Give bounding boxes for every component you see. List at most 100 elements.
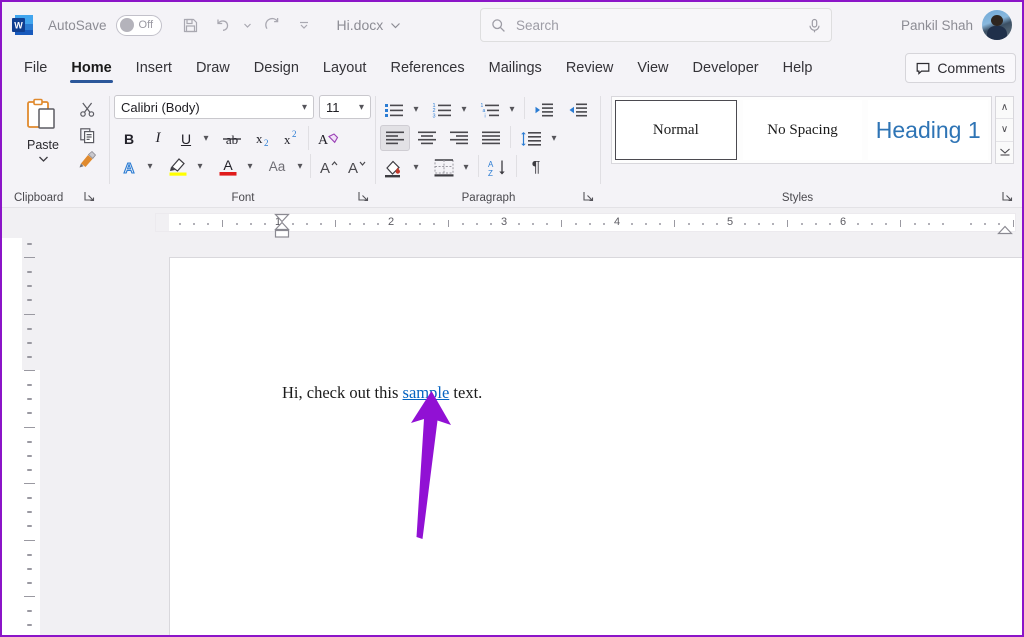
multilevel-list-button[interactable]: 1 a i <box>476 96 504 123</box>
document-canvas[interactable]: Hi, check out this sample text. <box>40 238 1022 635</box>
document-page[interactable]: Hi, check out this sample text. <box>169 257 1022 635</box>
style-no-spacing[interactable]: No Spacing <box>742 100 863 160</box>
style-normal[interactable]: Normal <box>615 100 737 160</box>
vruler-tick-major <box>24 596 35 597</box>
bullets-chevron-down-icon: ▾ <box>413 104 419 115</box>
align-left-button[interactable] <box>380 125 410 151</box>
search-box[interactable]: Search <box>480 8 832 42</box>
borders-dropdown[interactable]: ▾ <box>458 154 474 181</box>
ruler-tick-minor <box>588 222 591 225</box>
align-center-button[interactable] <box>412 125 442 151</box>
clipboard-dialog-launcher[interactable] <box>84 191 96 203</box>
undo-icon[interactable] <box>208 10 238 40</box>
styles-dialog-launcher[interactable] <box>1002 191 1014 203</box>
document-paragraph[interactable]: Hi, check out this sample text. <box>282 383 482 403</box>
font-size-combobox[interactable]: 11 ▾ <box>319 95 371 119</box>
font-color-dropdown[interactable]: ▾ <box>242 153 258 180</box>
document-name[interactable]: Hi.docx <box>337 17 402 33</box>
change-case-button[interactable]: Aa <box>262 153 292 180</box>
underline-button[interactable]: U <box>174 125 198 152</box>
change-case-dropdown[interactable]: ▾ <box>292 153 308 180</box>
paste-button[interactable]: Paste <box>14 94 72 170</box>
text-highlight-button[interactable] <box>164 152 192 179</box>
avatar[interactable] <box>982 10 1012 40</box>
font-size-chevron-down-icon[interactable]: ▾ <box>359 102 364 113</box>
styles-scroll-up[interactable]: ∧ <box>996 97 1013 120</box>
bullets-button[interactable] <box>380 96 408 123</box>
shrink-font-button[interactable]: A <box>344 153 370 180</box>
text-effects-dropdown[interactable]: ▾ <box>142 153 158 180</box>
bullets-dropdown[interactable]: ▾ <box>408 96 424 123</box>
document-name-chevron-down-icon[interactable] <box>390 20 401 31</box>
bold-button[interactable]: B <box>116 125 142 152</box>
style-heading-1[interactable]: Heading 1 <box>868 100 989 160</box>
text-effects-button[interactable]: A <box>116 153 142 180</box>
indent-markers[interactable] <box>273 213 291 238</box>
tab-review[interactable]: Review <box>554 54 626 85</box>
strikethrough-button[interactable]: ab <box>218 125 246 152</box>
numbering-button[interactable]: 1 2 3 <box>428 96 456 123</box>
paragraph-dialog-launcher[interactable] <box>583 191 595 203</box>
ruler-margin-left <box>156 214 169 231</box>
user-account[interactable]: Pankil Shah <box>901 9 1012 41</box>
tab-help[interactable]: Help <box>771 54 825 85</box>
customize-qat-icon[interactable] <box>289 10 319 40</box>
tab-design[interactable]: Design <box>242 54 311 85</box>
styles-more[interactable] <box>996 142 1013 163</box>
paste-chevron-down-icon[interactable] <box>38 155 49 163</box>
subscript-button[interactable]: x 2 <box>250 125 276 152</box>
copy-button[interactable] <box>72 122 102 148</box>
multilevel-dropdown[interactable]: ▾ <box>504 96 520 123</box>
horizontal-ruler[interactable]: 123456 <box>2 208 1022 238</box>
vertical-ruler-track[interactable] <box>22 238 40 635</box>
format-painter-button[interactable] <box>72 146 102 172</box>
cut-button[interactable] <box>72 96 102 122</box>
font-name-chevron-down-icon[interactable]: ▾ <box>302 102 307 113</box>
numbering-dropdown[interactable]: ▾ <box>456 96 472 123</box>
styles-scrollbar[interactable]: ∧ ∨ <box>995 96 1014 164</box>
user-name: Pankil Shah <box>900 17 973 33</box>
underline-dropdown[interactable]: ▾ <box>198 125 214 152</box>
tab-references[interactable]: References <box>378 54 476 85</box>
vruler-tick-minor <box>27 511 32 514</box>
borders-button[interactable] <box>430 154 458 181</box>
show-formatting-marks-button[interactable]: ¶ <box>522 154 550 181</box>
font-color-button[interactable]: A <box>214 152 242 179</box>
decrease-indent-button[interactable] <box>530 96 558 123</box>
highlight-dropdown[interactable]: ▾ <box>192 153 208 180</box>
sample-hyperlink[interactable]: sample <box>403 383 450 402</box>
line-spacing-button[interactable] <box>516 125 546 152</box>
justify-button[interactable] <box>476 125 506 151</box>
shading-button[interactable] <box>380 154 408 181</box>
tab-developer[interactable]: Developer <box>681 54 771 85</box>
increase-indent-button[interactable] <box>564 96 592 123</box>
superscript-button[interactable]: x 2 <box>278 125 304 152</box>
tab-view[interactable]: View <box>625 54 680 85</box>
vruler-tick-minor <box>27 355 32 358</box>
microphone-icon[interactable] <box>808 18 821 33</box>
vertical-ruler[interactable] <box>22 238 40 635</box>
tab-file[interactable]: File <box>12 54 59 85</box>
align-right-button[interactable] <box>444 125 474 151</box>
tab-insert[interactable]: Insert <box>124 54 184 85</box>
font-dialog-launcher[interactable] <box>358 191 370 203</box>
redo-icon[interactable] <box>257 10 287 40</box>
tab-layout[interactable]: Layout <box>311 54 379 85</box>
sort-button[interactable]: A Z <box>484 154 512 181</box>
tab-mailings[interactable]: Mailings <box>477 54 554 85</box>
grow-font-button[interactable]: A <box>316 153 342 180</box>
tab-home[interactable]: Home <box>59 54 123 85</box>
undo-dropdown-icon[interactable] <box>240 10 255 40</box>
comments-button[interactable]: Comments <box>905 53 1016 83</box>
shading-dropdown[interactable]: ▾ <box>408 154 424 181</box>
save-icon[interactable] <box>176 10 206 40</box>
tab-draw[interactable]: Draw <box>184 54 242 85</box>
borders-icon <box>434 158 454 176</box>
line-spacing-dropdown[interactable]: ▾ <box>546 125 562 152</box>
italic-button[interactable]: I <box>146 125 170 152</box>
font-name-combobox[interactable]: Calibri (Body) ▾ <box>114 95 314 119</box>
word-app-icon[interactable]: W <box>12 14 34 36</box>
clear-formatting-button[interactable]: A <box>314 125 342 152</box>
autosave-toggle[interactable]: Off <box>115 14 162 36</box>
styles-scroll-down[interactable]: ∨ <box>996 119 1013 142</box>
